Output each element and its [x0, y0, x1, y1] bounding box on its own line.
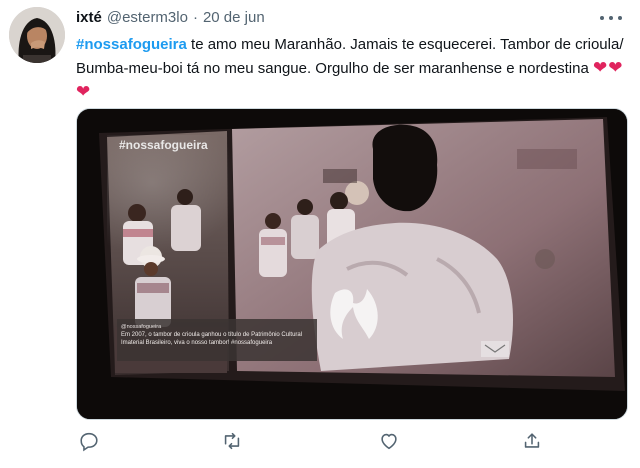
tweet-media[interactable]: #nossafogueira @nossafogueira Em 2007, o…	[76, 108, 628, 420]
like-icon[interactable]	[378, 430, 404, 456]
retweet-icon[interactable]	[221, 430, 247, 456]
tweet-header: ixté @esterm3lo · 20 de jun	[76, 9, 265, 29]
separator-dot: ·	[192, 9, 198, 26]
caption-text: Em 2007, o tambor de crioula ganhou o tí…	[121, 332, 303, 346]
caption-handle: @nossafogueira	[121, 324, 162, 330]
avatar-photo	[9, 7, 65, 63]
hashtag-link[interactable]: #nossafogueira	[76, 36, 187, 53]
display-name[interactable]: ixté	[76, 9, 102, 26]
reply-icon[interactable]	[78, 430, 104, 456]
overlay-hashtag: #nossafogueira	[119, 138, 208, 152]
share-icon[interactable]	[521, 430, 547, 456]
more-icon[interactable]	[600, 12, 622, 24]
user-handle[interactable]: @esterm3lo	[107, 9, 188, 26]
tweet[interactable]: ixté @esterm3lo · 20 de jun #nossafoguei…	[0, 0, 640, 468]
tv-photo: #nossafogueira @nossafogueira Em 2007, o…	[77, 109, 627, 419]
tweet-date[interactable]: 20 de jun	[203, 9, 265, 26]
tweet-actions	[76, 430, 556, 456]
avatar[interactable]	[9, 7, 65, 63]
tweet-text: #nossafogueira te amo meu Maranhão. Jama…	[76, 33, 628, 104]
